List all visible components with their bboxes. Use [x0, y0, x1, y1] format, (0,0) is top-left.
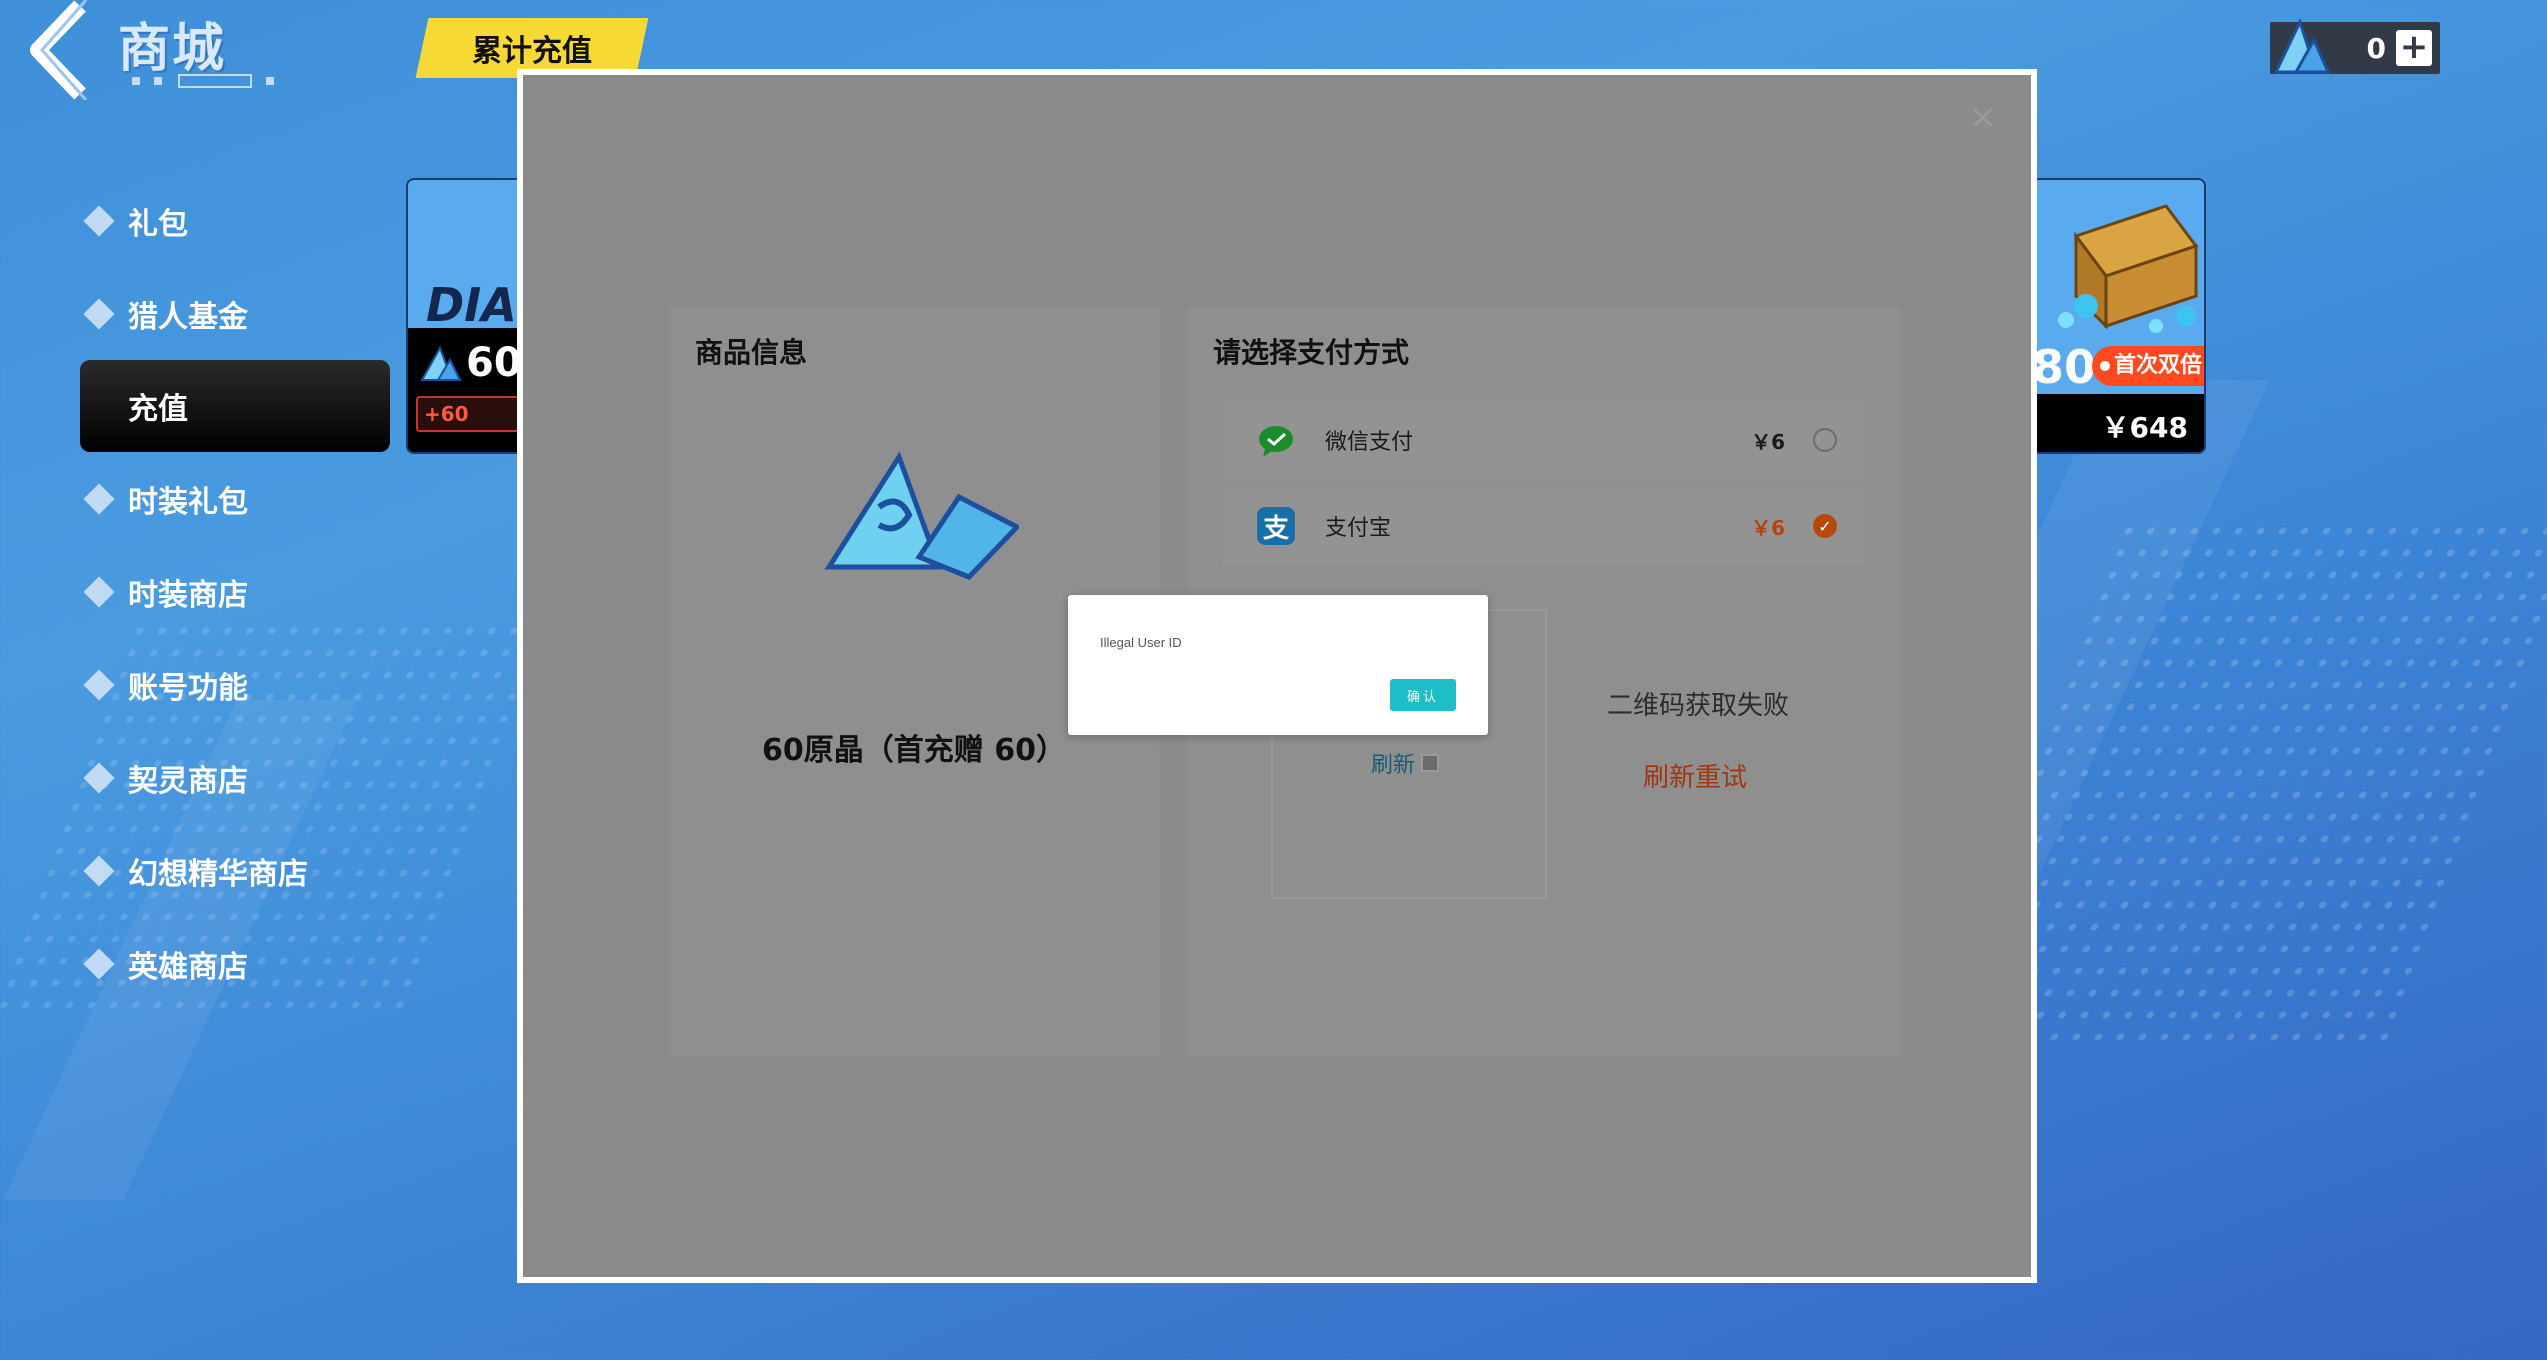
card-amount: 60	[466, 340, 522, 386]
card-brand: DIA	[426, 278, 517, 332]
back-button[interactable]	[22, 0, 102, 100]
diamond-icon	[83, 482, 115, 515]
card-bonus: +60	[416, 396, 524, 432]
sidebar-item-hunter-fund[interactable]: 猎人基金	[80, 267, 390, 360]
sidebar-item-label: 时装礼包	[128, 484, 248, 520]
panel-title: 请选择支付方式	[1213, 336, 1410, 369]
sidebar-item-label: 幻想精华商店	[128, 856, 308, 892]
sidebar-item-gift-pack[interactable]: 礼包	[80, 174, 390, 267]
wechat-icon	[1257, 421, 1295, 459]
crystal-gem-icon	[824, 451, 1019, 580]
pay-option-label: 支付宝	[1325, 516, 1392, 541]
card-price: ￥648	[2101, 411, 2188, 444]
title-decoration	[132, 74, 282, 88]
radio-checked-icon[interactable]: ✓	[1813, 514, 1837, 538]
sidebar-item-fantasy-essence-shop[interactable]: 幻想精华商店	[80, 824, 390, 917]
crystal-gem-icon	[420, 345, 462, 381]
sidebar-item-label: 英雄商店	[128, 949, 248, 985]
add-currency-button[interactable]: +	[2396, 30, 2432, 66]
diamond-icon	[83, 854, 115, 887]
sidebar-item-outfit-shop[interactable]: 时装商店	[80, 545, 390, 638]
pay-option-label: 微信支付	[1325, 430, 1414, 455]
currency-display: 0 +	[2270, 18, 2440, 74]
pay-option-price: ￥6	[1751, 429, 1785, 454]
qr-refresh-link[interactable]: 刷新	[1371, 747, 1440, 779]
sidebar-item-label: 充值	[128, 392, 188, 427]
qr-fail-message: 二维码获取失败	[1607, 691, 1790, 721]
diamond-icon	[83, 761, 115, 794]
alert-message: Illegal User ID	[1100, 635, 1182, 650]
diamond-icon	[83, 204, 115, 237]
sidebar-item-label: 礼包	[128, 206, 188, 242]
pay-option-alipay[interactable]: 支 支付宝 ￥6 ✓	[1223, 487, 1863, 565]
qr-refresh-label: 刷新	[1371, 753, 1416, 778]
sidebar-item-hero-shop[interactable]: 英雄商店	[80, 917, 390, 1010]
sidebar-item-spirit-shop[interactable]: 契灵商店	[80, 731, 390, 824]
refresh-icon	[1421, 754, 1440, 772]
qr-retry-link[interactable]: 刷新重试	[1643, 757, 1747, 794]
pay-option-wechat[interactable]: 微信支付 ￥6	[1223, 401, 1863, 479]
tab-label: 累计充值	[472, 34, 592, 69]
crystal-gem-icon	[2273, 18, 2331, 74]
confirm-button[interactable]: 确认	[1390, 679, 1456, 711]
sidebar-item-label: 猎人基金	[128, 299, 248, 335]
sidebar-item-label: 时装商店	[128, 577, 248, 613]
close-icon[interactable]: ×	[1969, 97, 1998, 137]
currency-amount: 0	[2366, 31, 2386, 65]
first-double-badge: 首次双倍	[2092, 346, 2204, 386]
diamond-icon	[83, 947, 115, 980]
alert-dialog: Illegal User ID 确认	[1068, 595, 1488, 735]
panel-title: 商品信息	[695, 336, 808, 369]
back-chevron-icon	[30, 0, 88, 100]
product-card[interactable]: DIA 60 +60	[406, 178, 526, 454]
treasure-chest-icon	[2058, 204, 2199, 333]
sidebar-item-recharge[interactable]: 充值	[80, 360, 390, 452]
card-amount: 80	[2032, 340, 2097, 394]
diamond-icon	[83, 575, 115, 608]
pay-option-price: ￥6	[1751, 515, 1785, 540]
alipay-icon: 支	[1257, 507, 1295, 545]
sidebar-item-label: 契灵商店	[128, 763, 248, 799]
diamond-icon	[83, 297, 115, 330]
sidebar-item-account[interactable]: 账号功能	[80, 638, 390, 731]
sidebar-item-label: 账号功能	[128, 670, 248, 706]
product-card[interactable]: 80 首次双倍 ￥648	[2030, 178, 2206, 454]
sidebar-item-outfit-pack[interactable]: 时装礼包	[80, 452, 390, 545]
radio-unchecked-icon[interactable]	[1813, 428, 1837, 452]
page-title: 商城	[118, 19, 227, 79]
sidebar: 礼包 猎人基金 充值 时装礼包 时装商店 账号功能 契灵商店 幻想精华商店 英雄…	[80, 174, 390, 1010]
diamond-icon	[83, 668, 115, 701]
